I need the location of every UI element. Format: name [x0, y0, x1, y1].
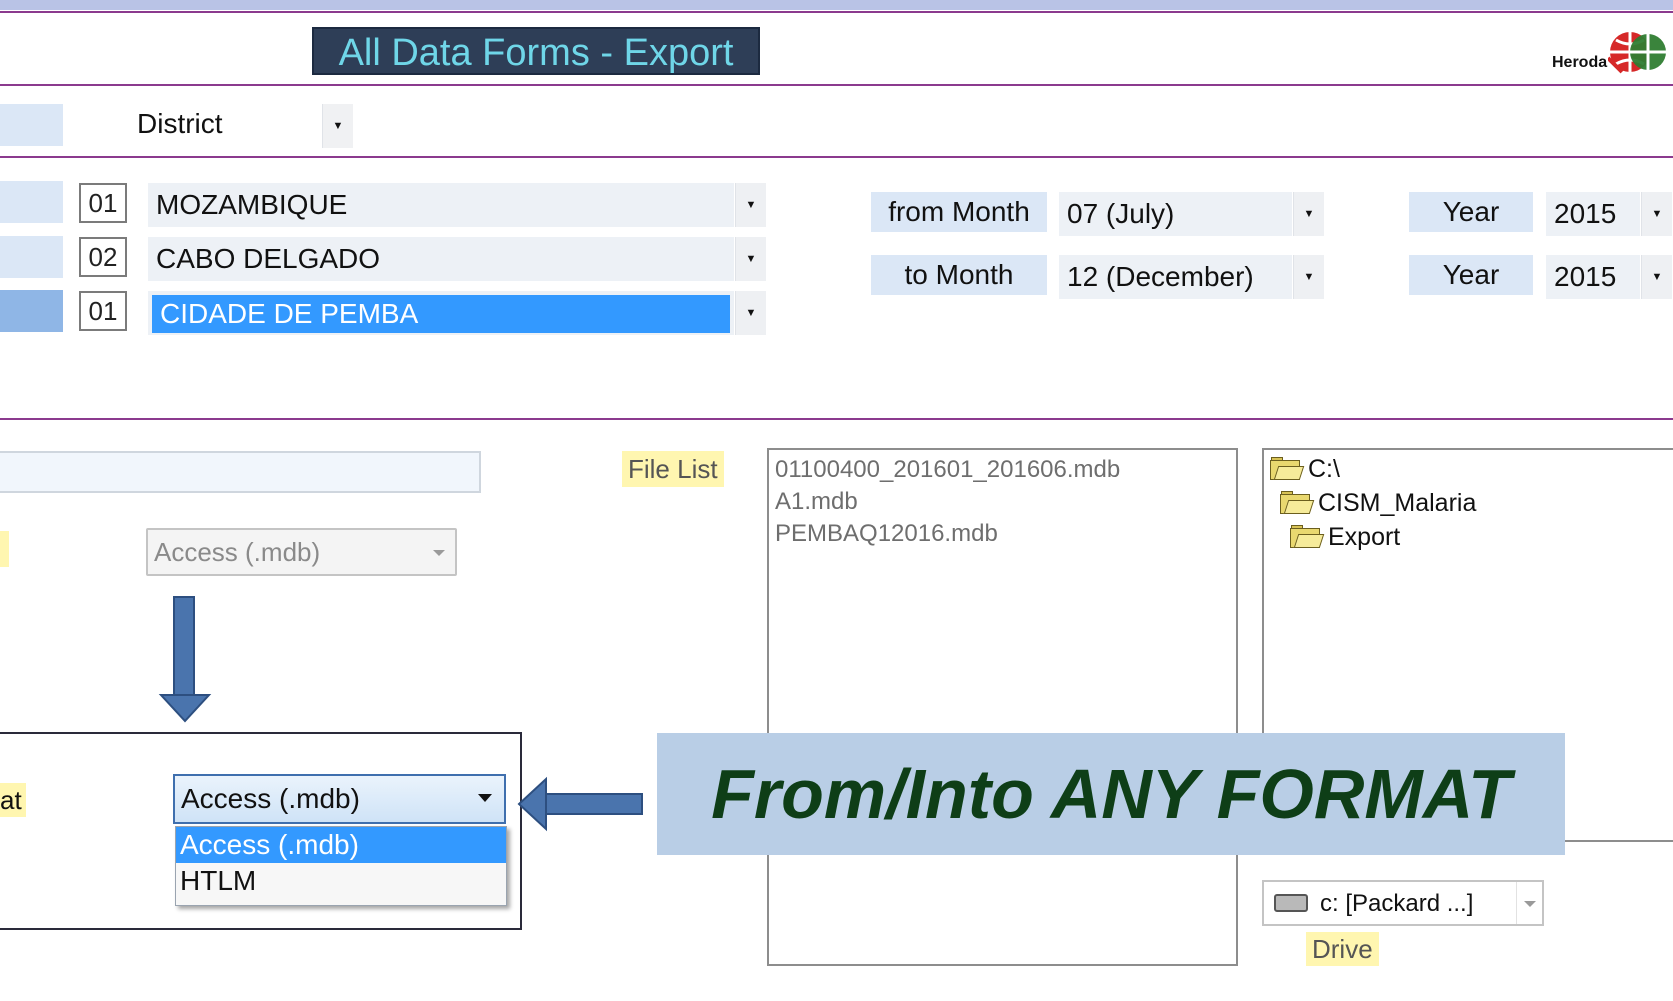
top-band: [0, 0, 1673, 10]
to-year-label: Year: [1409, 255, 1533, 295]
from-year-dropdown-button[interactable]: ▼: [1641, 192, 1672, 236]
source-format-caret-icon: [433, 550, 445, 556]
to-month-select[interactable]: 12 (December): [1059, 255, 1292, 299]
from-year-select[interactable]: 2015: [1546, 192, 1640, 236]
district-code: 01: [79, 291, 127, 331]
dir-item[interactable]: Export: [1264, 520, 1673, 554]
country-dropdown-button[interactable]: ▼: [735, 183, 766, 227]
row-label-block: [0, 181, 63, 223]
country-select[interactable]: MOZAMBIQUE: [148, 183, 734, 227]
file-item[interactable]: A1.mdb: [769, 486, 1236, 518]
dir-item-label: Export: [1328, 522, 1401, 551]
district-select[interactable]: CIDADE DE PEMBA: [152, 295, 730, 333]
from-month-dropdown-button[interactable]: ▼: [1293, 192, 1324, 236]
file-list: 01100400_201601_201606.mdb A1.mdb PEMBAQ…: [767, 448, 1238, 966]
divider: [0, 11, 1673, 13]
format-options-list: Access (.mdb) HTLM: [175, 826, 507, 906]
file-list-label: File List: [622, 451, 724, 487]
arrow-left-icon: [516, 776, 646, 832]
from-year-label: Year: [1409, 192, 1533, 232]
divider: [0, 84, 1673, 86]
drive-caret-icon: [1524, 901, 1536, 907]
province-code: 02: [79, 237, 127, 277]
target-format-caret-icon[interactable]: [478, 794, 492, 802]
from-month-label: from Month: [871, 192, 1047, 232]
format-banner: From/Into ANY FORMAT: [657, 733, 1565, 855]
globe-logo-icon: [1606, 28, 1668, 78]
drive-select-separator: [1516, 882, 1517, 924]
level-dropdown-button[interactable]: ▼: [322, 104, 353, 148]
divider: [0, 418, 1673, 420]
drive-select[interactable]: c: [Packard ...]: [1262, 880, 1544, 926]
dir-item[interactable]: CISM_Malaria: [1264, 486, 1673, 520]
open-folder-icon: [1290, 525, 1325, 549]
level-label-block: [0, 104, 63, 146]
to-month-label: to Month: [871, 255, 1047, 295]
divider: [0, 156, 1673, 158]
country-code: 01: [79, 183, 127, 223]
target-format-label: at: [0, 783, 26, 817]
district-dropdown-button[interactable]: ▼: [735, 291, 766, 335]
arrow-down-icon: [158, 595, 212, 725]
to-year-dropdown-button[interactable]: ▼: [1641, 255, 1672, 299]
drive-label: Drive: [1306, 932, 1379, 966]
dir-item-label: C:\: [1308, 454, 1340, 483]
source-format-select: Access (.mdb): [146, 528, 457, 576]
level-label: District: [137, 108, 223, 139]
province-select[interactable]: CABO DELGADO: [148, 237, 734, 281]
page-title: All Data Forms - Export: [312, 27, 760, 75]
file-item[interactable]: PEMBAQ12016.mdb: [769, 518, 1236, 550]
export-path-input[interactable]: [0, 451, 481, 493]
province-dropdown-button[interactable]: ▼: [735, 237, 766, 281]
row-label-block: [0, 290, 63, 332]
logo-text: Heroda: [1552, 54, 1608, 71]
target-format-select[interactable]: Access (.mdb): [173, 774, 506, 824]
open-folder-icon: [1270, 457, 1305, 481]
dir-item-label: CISM_Malaria: [1318, 488, 1477, 517]
from-month-select[interactable]: 07 (July): [1059, 192, 1292, 236]
open-folder-icon: [1280, 491, 1315, 515]
row-label-block: [0, 236, 63, 278]
hard-drive-icon: [1274, 894, 1308, 912]
file-item[interactable]: 01100400_201601_201606.mdb: [769, 454, 1236, 486]
format-label-highlight: [0, 531, 9, 567]
format-option[interactable]: HTLM: [176, 863, 506, 899]
format-option[interactable]: Access (.mdb): [176, 827, 506, 863]
to-year-select[interactable]: 2015: [1546, 255, 1640, 299]
dir-item[interactable]: C:\: [1264, 452, 1673, 486]
to-month-dropdown-button[interactable]: ▼: [1293, 255, 1324, 299]
drive-select-value: c: [Packard ...]: [1320, 890, 1474, 917]
